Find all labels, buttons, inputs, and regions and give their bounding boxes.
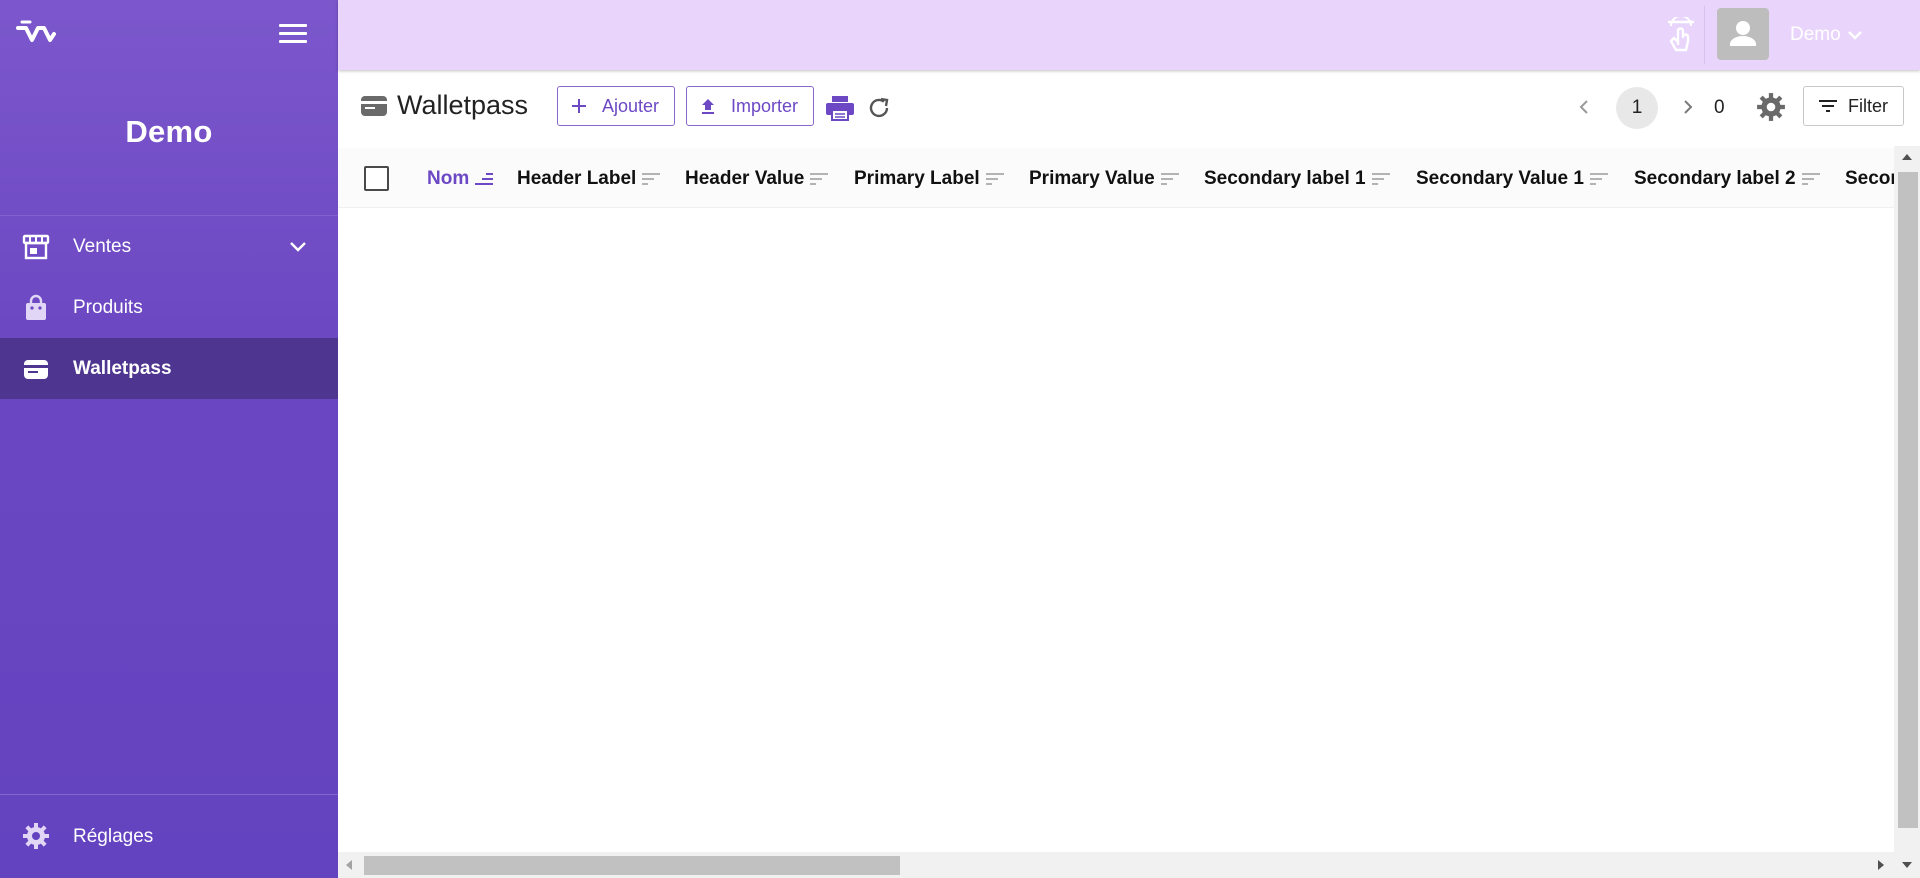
sort-icon (810, 173, 829, 185)
select-all-checkbox[interactable] (364, 166, 389, 191)
sort-icon (475, 173, 494, 185)
top-bar: Demo (338, 0, 1920, 70)
logo-icon[interactable] (16, 20, 56, 48)
sidebar-header: Demo (0, 0, 338, 216)
sort-icon (1160, 173, 1179, 185)
store-icon (22, 234, 50, 260)
sort-icon (1801, 173, 1820, 185)
print-icon[interactable] (825, 94, 855, 122)
sidebar-item-settings[interactable]: Réglages (0, 794, 338, 878)
avatar[interactable] (1717, 8, 1769, 60)
filter-icon (1819, 100, 1837, 112)
column-label: Secondary Value 2 (1845, 168, 1894, 189)
chevron-down-icon[interactable] (288, 238, 308, 256)
vertical-scroll-thumb[interactable] (1898, 172, 1918, 828)
vertical-scrollbar[interactable] (1894, 146, 1920, 852)
import-button[interactable]: Importer (686, 86, 814, 126)
sort-icon (1371, 173, 1390, 185)
add-button[interactable]: Ajouter (557, 86, 675, 126)
user-menu[interactable]: Demo (1790, 24, 1863, 46)
table-header: Nom Header Label Header Value Primary La… (338, 148, 1894, 208)
sidebar: Demo Ventes Produits Walletpass Réglages (0, 0, 338, 878)
touch-icon[interactable] (1664, 17, 1698, 53)
column-header-primary-label[interactable]: Primary Label (854, 168, 1005, 190)
column-label: Secondary Value 1 (1416, 168, 1584, 189)
sidebar-item-walletpass[interactable]: Walletpass (0, 338, 338, 399)
sidebar-item-ventes[interactable]: Ventes (0, 216, 338, 277)
gear-icon[interactable] (1756, 92, 1786, 122)
filter-button-label: Filter (1848, 95, 1888, 116)
column-label: Header Label (517, 168, 637, 189)
column-header-secondary-value-2[interactable]: Secondary Value 2 (1845, 168, 1894, 190)
column-header-secondary-label-2[interactable]: Secondary label 2 (1634, 168, 1821, 190)
toolbar: Walletpass Ajouter Importer 1 0 Filter (338, 70, 1920, 146)
column-label: Nom (427, 168, 470, 189)
sidebar-item-produits[interactable]: Produits (0, 277, 338, 338)
settings-label: Réglages (73, 825, 154, 847)
add-button-label: Ajouter (602, 95, 660, 116)
wallet-icon (24, 360, 48, 379)
horizontal-scroll-thumb[interactable] (364, 856, 900, 875)
sort-icon (1589, 173, 1608, 185)
total-count: 0 (1714, 97, 1725, 118)
wallet-icon (361, 96, 387, 116)
column-label: Secondary label 1 (1204, 168, 1366, 189)
user-icon (1730, 21, 1756, 46)
current-page[interactable]: 1 (1616, 87, 1658, 129)
plus-icon (572, 99, 586, 113)
scroll-left-arrow[interactable] (346, 860, 352, 870)
shopping-bag-icon (26, 294, 46, 320)
scroll-right-arrow[interactable] (1878, 860, 1884, 870)
sidebar-item-label: Ventes (73, 235, 132, 257)
page-title: Walletpass (397, 90, 529, 120)
menu-toggle-icon[interactable] (279, 24, 307, 46)
column-label: Header Value (685, 168, 805, 189)
column-label: Primary Label (854, 168, 980, 189)
sort-icon (985, 173, 1004, 185)
divider (1704, 6, 1705, 64)
chevron-down-icon (1847, 31, 1862, 40)
column-header-header-label[interactable]: Header Label (517, 168, 661, 190)
sidebar-item-label: Produits (73, 296, 143, 318)
column-label: Primary Value (1029, 168, 1155, 189)
column-header-secondary-value-1[interactable]: Secondary Value 1 (1416, 168, 1609, 190)
column-header-secondary-label-1[interactable]: Secondary label 1 (1204, 168, 1391, 190)
column-header-nom[interactable]: Nom (427, 168, 494, 190)
refresh-icon[interactable] (866, 95, 892, 121)
brand-name: Demo (125, 114, 213, 149)
horizontal-scrollbar[interactable] (338, 852, 1920, 878)
scroll-up-arrow[interactable] (1902, 154, 1912, 160)
column-header-header-value[interactable]: Header Value (685, 168, 829, 190)
filter-button[interactable]: Filter (1803, 86, 1904, 126)
import-button-label: Importer (731, 95, 799, 116)
chevron-left-icon[interactable] (1574, 96, 1594, 118)
chevron-right-icon[interactable] (1678, 96, 1698, 118)
sidebar-item-label: Walletpass (73, 357, 172, 379)
data-table: Nom Header Label Header Value Primary La… (338, 146, 1894, 852)
upload-icon (702, 99, 714, 114)
sort-icon (642, 173, 661, 185)
column-label: Secondary label 2 (1634, 168, 1796, 189)
user-name: Demo (1790, 24, 1841, 45)
column-header-primary-value[interactable]: Primary Value (1029, 168, 1180, 190)
sidebar-nav: Ventes Produits Walletpass (0, 216, 338, 399)
scroll-down-arrow[interactable] (1902, 862, 1912, 868)
gear-icon (23, 823, 49, 849)
